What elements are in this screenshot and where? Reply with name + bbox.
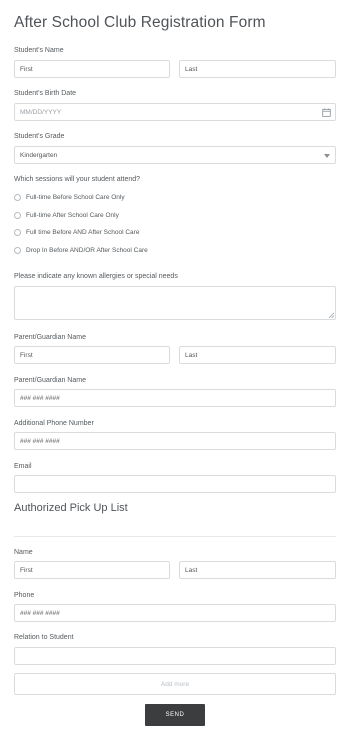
guardian-last-name-input[interactable]: Last — [179, 346, 336, 364]
student-last-name-input[interactable]: Last — [179, 60, 336, 78]
session-option-label: Full-time After School Care Only — [26, 212, 119, 219]
pickup-phone-input[interactable]: ### ### #### — [14, 604, 336, 622]
grade-select[interactable]: Kindergarten — [14, 146, 336, 164]
section-divider — [14, 536, 336, 537]
radio-button[interactable] — [14, 194, 21, 201]
guardian-first-name-input[interactable]: First — [14, 346, 170, 364]
guardian-name-label: Parent/Guardian Name — [14, 334, 86, 341]
session-option-label: Full time Before AND After School Care — [26, 229, 140, 236]
form-title: After School Club Registration Form — [14, 14, 266, 31]
pickup-name-label: Name — [14, 549, 33, 556]
email-input[interactable] — [14, 475, 336, 493]
relation-input[interactable] — [14, 647, 336, 665]
allergies-textarea[interactable] — [14, 286, 336, 320]
session-option-before[interactable]: Full-time Before School Care Only — [14, 194, 125, 201]
relation-label: Relation to Student — [14, 634, 74, 641]
radio-button[interactable] — [14, 229, 21, 236]
additional-phone-label: Additional Phone Number — [14, 420, 94, 427]
grade-selected-value: Kindergarten — [20, 151, 58, 159]
student-first-name-input[interactable]: First — [14, 60, 170, 78]
add-more-button[interactable]: Add more — [14, 673, 336, 695]
radio-button[interactable] — [14, 247, 21, 254]
session-option-label: Full-time Before School Care Only — [26, 194, 125, 201]
birth-date-label: Student's Birth Date — [14, 90, 77, 97]
birth-date-placeholder: MM/DD/YYYY — [20, 108, 62, 116]
additional-phone-input[interactable]: ### ### #### — [14, 432, 336, 450]
guardian-phone-label: Parent/Guardian Name — [14, 377, 86, 384]
grade-label: Student's Grade — [14, 133, 65, 140]
calendar-icon[interactable] — [322, 108, 331, 117]
allergies-label: Please indicate any known allergies or s… — [14, 273, 178, 280]
session-option-label: Drop In Before AND/OR After School Care — [26, 247, 148, 254]
session-option-full-time[interactable]: Full time Before AND After School Care — [14, 229, 139, 236]
guardian-phone-input[interactable]: ### ### #### — [14, 389, 336, 407]
email-label: Email — [14, 463, 32, 470]
resize-handle-icon[interactable] — [328, 312, 334, 318]
session-option-after[interactable]: Full-time After School Care Only — [14, 212, 119, 219]
session-option-drop-in[interactable]: Drop In Before AND/OR After School Care — [14, 247, 148, 254]
chevron-down-icon — [324, 154, 330, 158]
radio-button[interactable] — [14, 212, 21, 219]
pickup-first-name-input[interactable]: First — [14, 561, 170, 579]
pickup-last-name-input[interactable]: Last — [179, 561, 336, 579]
pickup-section-title: Authorized Pick Up List — [14, 502, 128, 514]
birth-date-input[interactable]: MM/DD/YYYY — [14, 103, 336, 121]
student-name-label: Student's Name — [14, 47, 64, 54]
pickup-phone-label: Phone — [14, 592, 35, 599]
send-button[interactable]: SEND — [145, 704, 205, 726]
sessions-label: Which sessions will your student attend? — [14, 176, 141, 183]
